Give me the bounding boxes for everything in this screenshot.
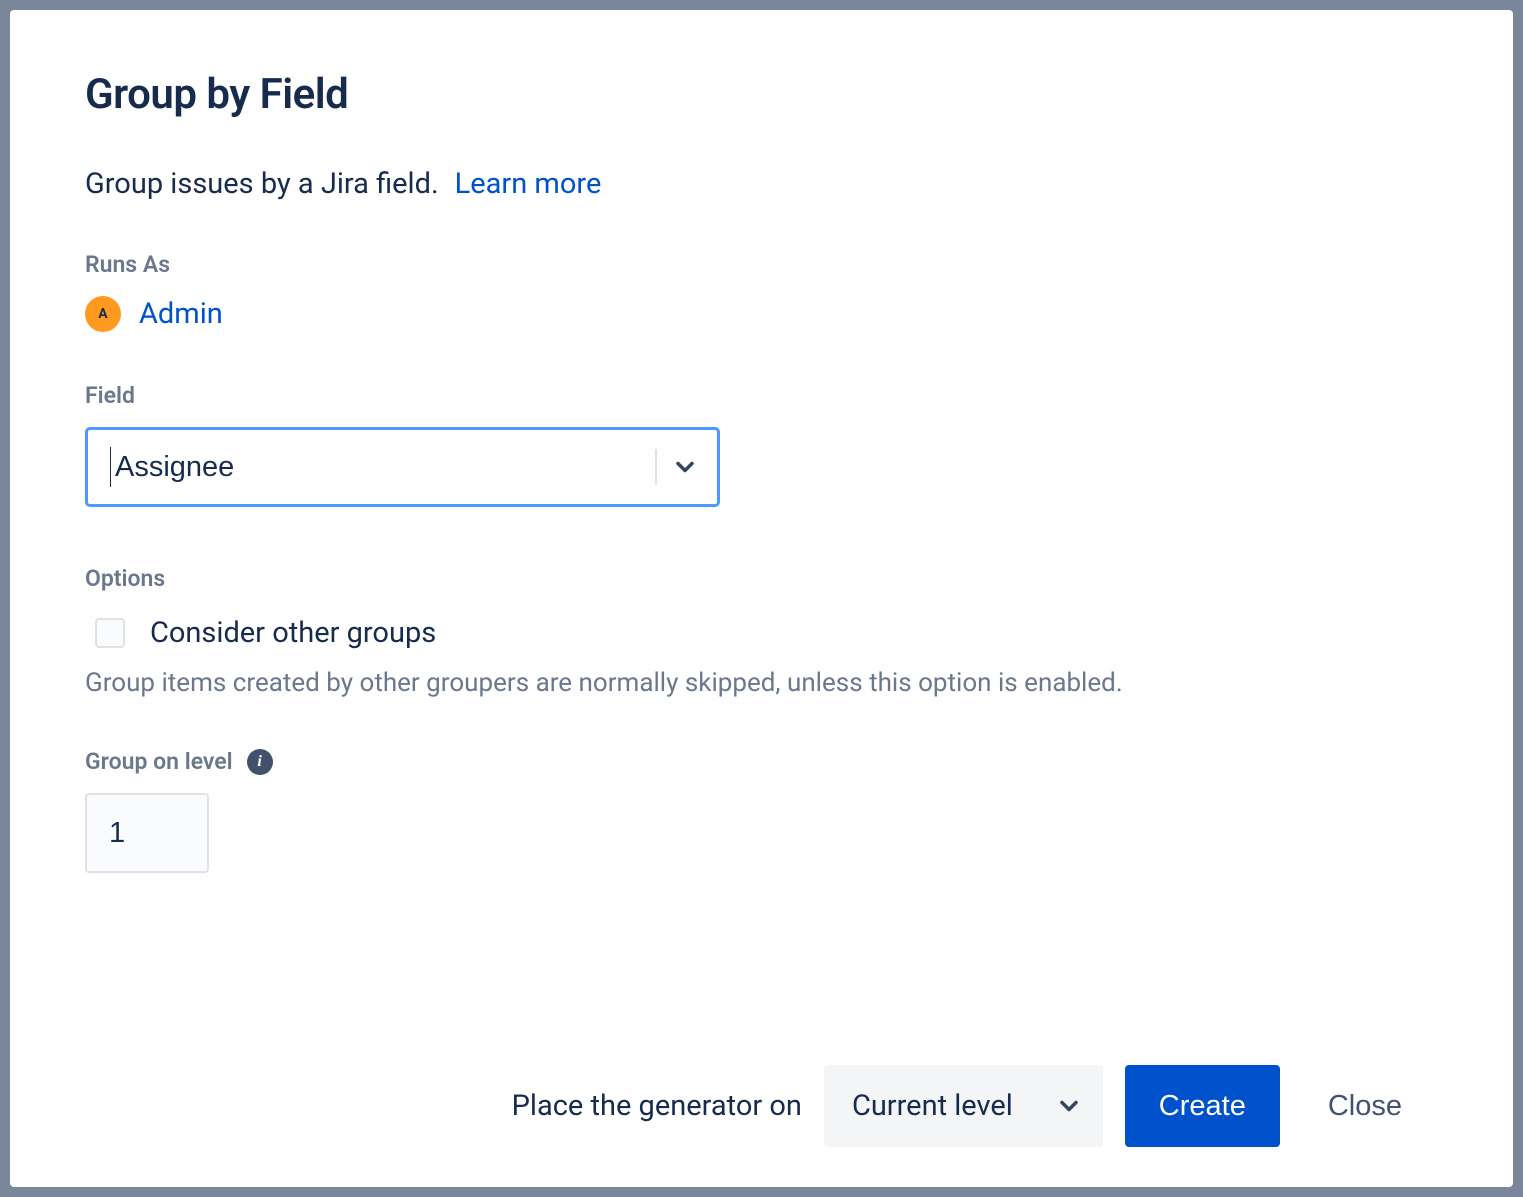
- generator-level-select[interactable]: Current level: [824, 1065, 1103, 1147]
- runs-as-label: Runs As: [85, 251, 1438, 278]
- text-cursor: [110, 447, 111, 487]
- info-icon[interactable]: i: [247, 749, 273, 775]
- group-by-field-dialog: Group by Field Group issues by a Jira fi…: [10, 10, 1513, 1187]
- runs-as-user-link[interactable]: Admin: [139, 297, 223, 331]
- generator-level-value: Current level: [852, 1089, 1013, 1123]
- chevron-down-icon[interactable]: [669, 451, 701, 483]
- consider-other-groups-help: Group items created by other groupers ar…: [85, 668, 1438, 698]
- consider-other-groups-checkbox[interactable]: [95, 618, 125, 648]
- field-select-input[interactable]: [115, 451, 647, 484]
- runs-as-row: A Admin: [85, 296, 1438, 332]
- dialog-footer: Place the generator on Current level Cre…: [85, 1065, 1438, 1147]
- group-on-level-label: Group on level: [85, 748, 233, 775]
- group-on-level-input[interactable]: [85, 793, 209, 873]
- field-select[interactable]: [85, 427, 720, 507]
- options-label: Options: [85, 565, 1438, 592]
- description-row: Group issues by a Jira field. Learn more: [85, 167, 1438, 201]
- user-avatar[interactable]: A: [85, 296, 121, 332]
- group-on-level-row: Group on level i: [85, 748, 1438, 775]
- consider-other-groups-label: Consider other groups: [150, 616, 436, 650]
- dialog-title: Group by Field: [85, 70, 1438, 119]
- chevron-down-icon: [1053, 1090, 1085, 1122]
- close-button[interactable]: Close: [1302, 1065, 1428, 1147]
- learn-more-link[interactable]: Learn more: [455, 167, 602, 201]
- field-select-divider: [655, 449, 657, 485]
- consider-other-groups-row: Consider other groups: [85, 616, 1438, 650]
- create-button[interactable]: Create: [1125, 1065, 1280, 1147]
- place-generator-text: Place the generator on: [512, 1089, 802, 1123]
- field-label: Field: [85, 382, 1438, 409]
- dialog-description: Group issues by a Jira field.: [85, 167, 439, 201]
